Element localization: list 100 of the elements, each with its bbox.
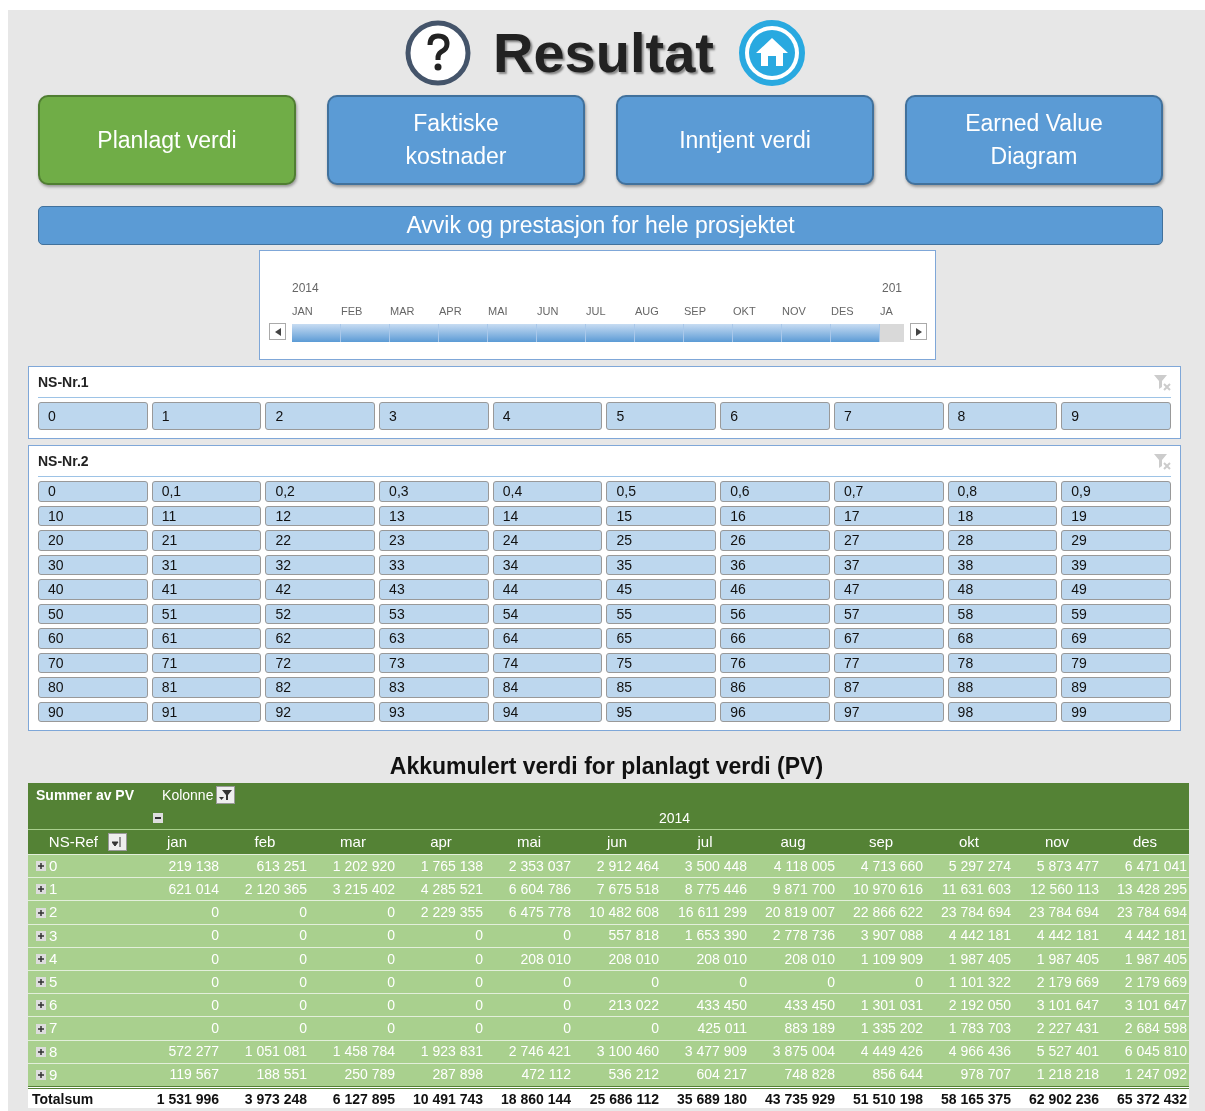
slicer-item[interactable]: 86: [720, 677, 830, 698]
slicer-item[interactable]: 51: [151, 603, 262, 624]
slicer-item[interactable]: 52: [265, 603, 376, 624]
slicer-item[interactable]: 0,5: [606, 481, 717, 502]
slicer-item[interactable]: 38: [947, 554, 1058, 575]
slicer-item[interactable]: 98: [947, 701, 1058, 722]
slicer-item[interactable]: 45: [606, 579, 717, 600]
slicer-item[interactable]: 27: [833, 530, 944, 551]
slicer-item[interactable]: 95: [606, 701, 717, 722]
expand-button[interactable]: [36, 907, 46, 918]
slicer-item[interactable]: 94: [492, 701, 603, 722]
slicer-item[interactable]: 13: [379, 505, 489, 526]
expand-button[interactable]: [36, 954, 46, 964]
slicer-item[interactable]: 93: [379, 701, 489, 722]
slicer-item[interactable]: 97: [833, 701, 944, 722]
slicer-item[interactable]: 43: [379, 579, 489, 600]
slicer-item[interactable]: 9: [1061, 402, 1171, 430]
slicer-item[interactable]: 26: [720, 530, 830, 551]
slicer-item[interactable]: 0,2: [265, 481, 376, 502]
slicer-item[interactable]: 41: [151, 579, 262, 600]
slicer-item[interactable]: 65: [606, 628, 717, 649]
slicer-item[interactable]: 5: [606, 402, 717, 430]
slicer-item[interactable]: 37: [833, 554, 944, 575]
slicer-item[interactable]: 96: [720, 701, 830, 722]
slicer-item[interactable]: 66: [720, 628, 830, 649]
slicer-item[interactable]: 47: [833, 579, 944, 600]
slicer-item[interactable]: 39: [1061, 554, 1171, 575]
slicer-item[interactable]: 74: [492, 652, 603, 673]
expand-button[interactable]: [36, 861, 46, 872]
slicer-item[interactable]: 20: [38, 530, 148, 551]
slicer-item[interactable]: 84: [492, 677, 603, 698]
slicer-item[interactable]: 89: [1061, 677, 1171, 698]
slicer-item[interactable]: 70: [38, 652, 148, 673]
slicer-item[interactable]: 67: [833, 628, 944, 649]
slicer-item[interactable]: 48: [947, 579, 1058, 600]
slicer-item[interactable]: 35: [606, 554, 717, 575]
slicer-item[interactable]: 71: [151, 652, 262, 673]
expand-button[interactable]: [36, 1069, 46, 1080]
slicer-item[interactable]: 50: [38, 603, 148, 624]
slicer-item[interactable]: 46: [720, 579, 830, 600]
expand-button[interactable]: [36, 1000, 46, 1011]
slicer-item[interactable]: 87: [833, 677, 944, 698]
slicer-item[interactable]: 18: [947, 505, 1058, 526]
slicer-item[interactable]: 14: [492, 505, 603, 526]
slicer-item[interactable]: 53: [379, 603, 489, 624]
slicer-item[interactable]: 75: [606, 652, 717, 673]
slicer-item[interactable]: 60: [38, 628, 148, 649]
collapse-button[interactable]: [153, 813, 163, 823]
slicer-item[interactable]: 0,7: [833, 481, 944, 502]
slicer-item[interactable]: 44: [492, 579, 603, 600]
slicer-item[interactable]: 64: [492, 628, 603, 649]
slicer-item[interactable]: 30: [38, 554, 148, 575]
slicer-item[interactable]: 42: [265, 579, 376, 600]
slicer-item[interactable]: 29: [1061, 530, 1171, 551]
slicer-item[interactable]: 34: [492, 554, 603, 575]
slicer-item[interactable]: 82: [265, 677, 376, 698]
slicer-item[interactable]: 92: [265, 701, 376, 722]
slicer-item[interactable]: 0: [38, 481, 148, 502]
slicer-item[interactable]: 11: [151, 505, 262, 526]
slicer-item[interactable]: 31: [151, 554, 262, 575]
slicer-item[interactable]: 79: [1061, 652, 1171, 673]
slicer-item[interactable]: 24: [492, 530, 603, 551]
slicer-item[interactable]: 0,1: [151, 481, 262, 502]
slicer-item[interactable]: 59: [1061, 603, 1171, 624]
expand-button[interactable]: [36, 930, 46, 941]
slicer-item[interactable]: 0,8: [947, 481, 1058, 502]
slicer-item[interactable]: 15: [606, 505, 717, 526]
slicer-item[interactable]: 0,9: [1061, 481, 1171, 502]
slicer-item[interactable]: 54: [492, 603, 603, 624]
slicer-item[interactable]: 81: [151, 677, 262, 698]
slicer-item[interactable]: 10: [38, 505, 148, 526]
slicer-item[interactable]: 32: [265, 554, 376, 575]
sort-button[interactable]: [108, 833, 127, 851]
slicer-item[interactable]: 58: [947, 603, 1058, 624]
slicer-item[interactable]: 8: [947, 402, 1058, 430]
slicer-item[interactable]: 19: [1061, 505, 1171, 526]
slicer-item[interactable]: 77: [833, 652, 944, 673]
slicer-item[interactable]: 90: [38, 701, 148, 722]
slicer-item[interactable]: 3: [379, 402, 489, 430]
slicer-item[interactable]: 63: [379, 628, 489, 649]
expand-button[interactable]: [36, 1046, 46, 1057]
slicer-item[interactable]: 0,6: [720, 481, 830, 502]
slicer-item[interactable]: 61: [151, 628, 262, 649]
expand-button[interactable]: [36, 884, 46, 895]
slicer-item[interactable]: 73: [379, 652, 489, 673]
expand-button[interactable]: [36, 1023, 46, 1034]
slicer-item[interactable]: 0,3: [379, 481, 489, 502]
slicer-item[interactable]: 68: [947, 628, 1058, 649]
slicer-item[interactable]: 25: [606, 530, 717, 551]
slicer-item[interactable]: 0: [38, 402, 148, 430]
slicer-item[interactable]: 12: [265, 505, 376, 526]
slicer-item[interactable]: 62: [265, 628, 376, 649]
slicer-item[interactable]: 56: [720, 603, 830, 624]
slicer-item[interactable]: 69: [1061, 628, 1171, 649]
slicer-item[interactable]: 80: [38, 677, 148, 698]
slicer-item[interactable]: 57: [833, 603, 944, 624]
slicer-item[interactable]: 83: [379, 677, 489, 698]
slicer-item[interactable]: 21: [151, 530, 262, 551]
slicer-item[interactable]: 91: [151, 701, 262, 722]
slicer-item[interactable]: 49: [1061, 579, 1171, 600]
